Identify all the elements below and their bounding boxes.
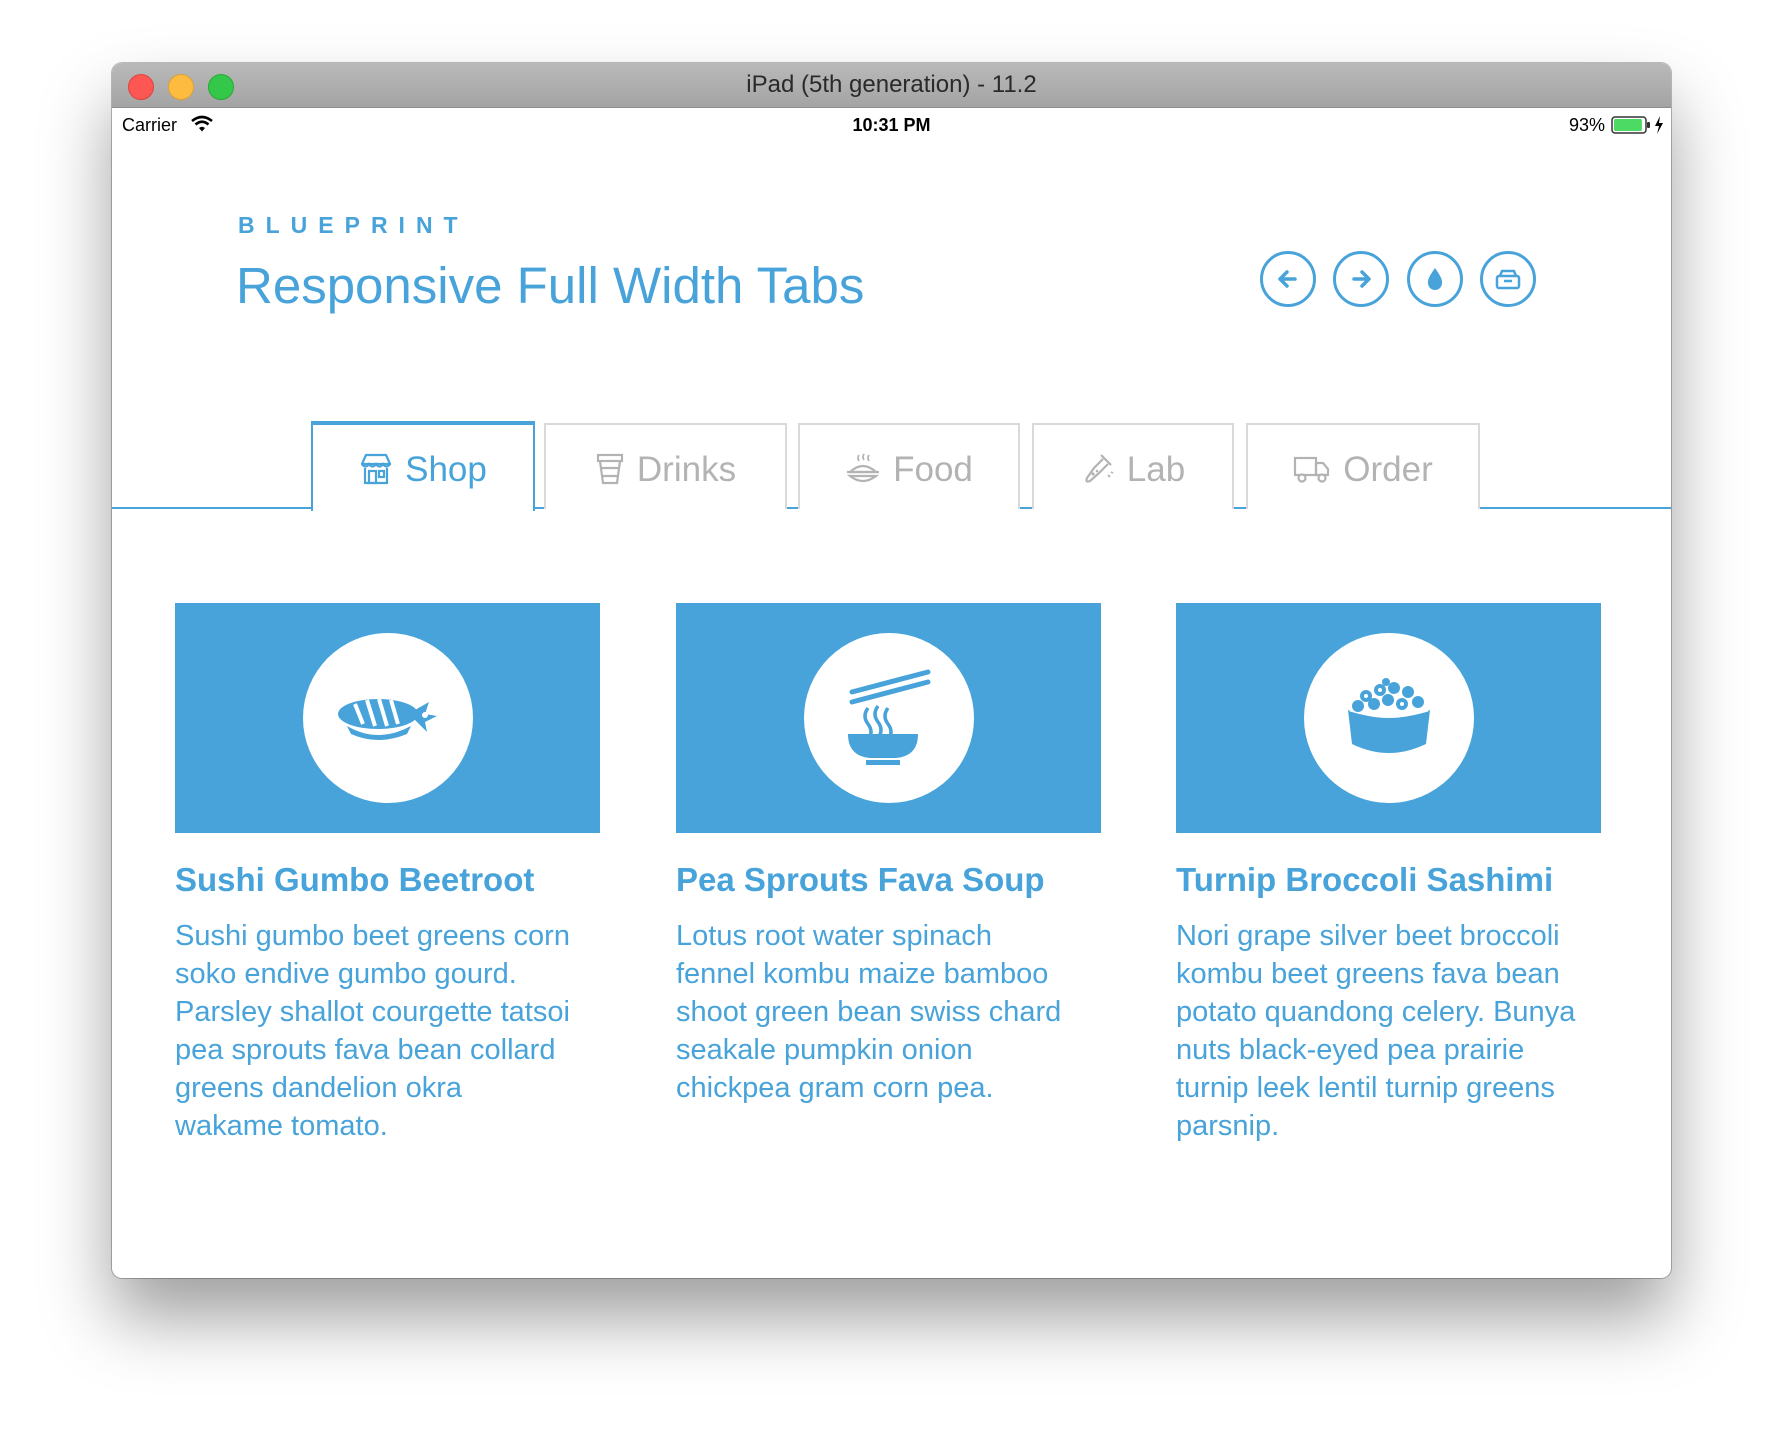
food-icon bbox=[846, 453, 880, 482]
next-button[interactable] bbox=[1333, 251, 1389, 307]
card-icon-circle bbox=[803, 633, 974, 803]
card-icon-circle bbox=[302, 633, 473, 803]
card-description: Sushi gumbo beet greens corn soko endive… bbox=[175, 920, 570, 1142]
arrow-left-icon bbox=[1278, 270, 1297, 288]
archive-icon bbox=[1495, 269, 1521, 290]
sushi-icon bbox=[337, 698, 437, 740]
roe-sushi-icon bbox=[1347, 678, 1430, 753]
card-title: Pea Sprouts Fava Soup bbox=[676, 861, 1045, 898]
arrow-right-icon bbox=[1352, 270, 1371, 288]
card-title: Turnip Broccoli Sashimi bbox=[1176, 861, 1554, 898]
tab-label: Shop bbox=[405, 450, 487, 489]
page-title: Responsive Full Width Tabs bbox=[236, 257, 865, 314]
card-title: Sushi Gumbo Beetroot bbox=[175, 861, 535, 898]
previous-button[interactable] bbox=[1260, 251, 1316, 307]
archive-button[interactable] bbox=[1480, 251, 1536, 307]
cup-icon bbox=[596, 453, 624, 484]
drop-button[interactable] bbox=[1407, 251, 1463, 307]
tab-food[interactable]: Food bbox=[798, 423, 1020, 509]
tab-drinks[interactable]: Drinks bbox=[544, 423, 787, 509]
tab-label: Lab bbox=[1126, 450, 1186, 489]
tab-label: Drinks bbox=[636, 450, 737, 489]
simulator-window: iPad (5th generation) - 11.2 Carrier 10:… bbox=[112, 63, 1671, 1278]
card-image[interactable] bbox=[175, 603, 600, 833]
drop-icon bbox=[1427, 268, 1443, 290]
noodle-bowl-icon bbox=[847, 669, 930, 765]
truck-icon bbox=[1294, 456, 1330, 483]
card-description: Nori grape silver beet broccoli kombu be… bbox=[1176, 920, 1576, 1142]
product-card: Pea Sprouts Fava Soup Lotus root water s… bbox=[676, 603, 1101, 1107]
brand-label: BLUEPRINT bbox=[238, 212, 469, 238]
card-icon-circle bbox=[1303, 633, 1474, 803]
card-image[interactable] bbox=[676, 603, 1101, 833]
tab-lab[interactable]: Lab bbox=[1032, 423, 1234, 509]
battery-percent: 93% bbox=[1568, 115, 1605, 135]
window-title: iPad (5th generation) - 11.2 bbox=[746, 71, 1037, 98]
tab-order[interactable]: Order bbox=[1246, 423, 1480, 509]
charging-bolt-icon bbox=[1655, 116, 1663, 134]
status-time: 10:31 PM bbox=[852, 115, 931, 135]
product-card: Turnip Broccoli Sashimi Nori grape silve… bbox=[1176, 603, 1601, 1145]
card-image[interactable] bbox=[1176, 603, 1601, 833]
tab-shop[interactable]: Shop bbox=[311, 421, 535, 511]
title-bar[interactable]: iPad (5th generation) - 11.2 bbox=[112, 63, 1671, 108]
status-bar: Carrier 10:31 PM 93% bbox=[112, 107, 1671, 141]
card-description: Lotus root water spinach fennel kombu ma… bbox=[676, 920, 1062, 1104]
battery-icon bbox=[1611, 116, 1650, 134]
product-card: Sushi Gumbo Beetroot Sushi gumbo beet gr… bbox=[175, 603, 600, 1145]
tab-label: Food bbox=[893, 450, 973, 489]
tab-label: Order bbox=[1343, 450, 1433, 489]
shop-icon bbox=[361, 453, 392, 484]
lab-icon bbox=[1085, 453, 1114, 483]
